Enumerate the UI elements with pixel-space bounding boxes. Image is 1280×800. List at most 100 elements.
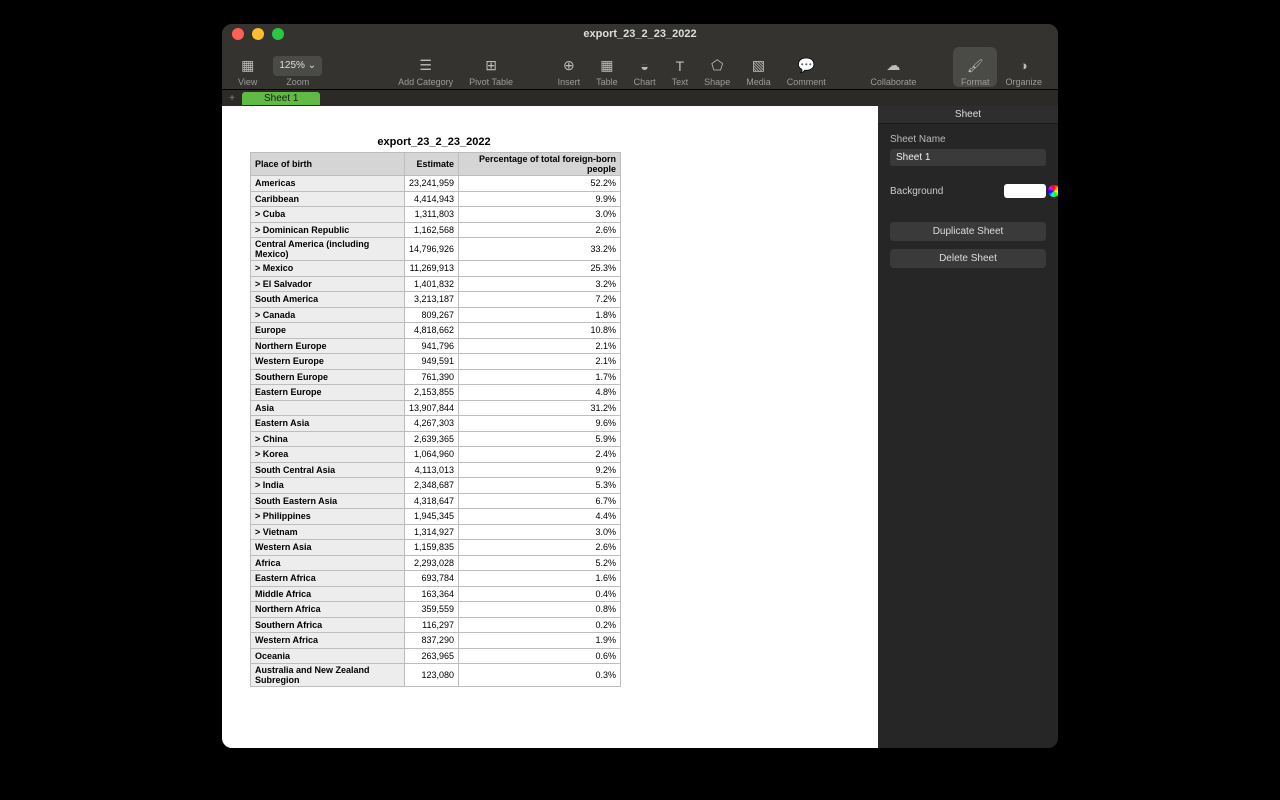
cell-percentage[interactable]: 3.0% bbox=[459, 207, 621, 223]
cell-percentage[interactable]: 2.6% bbox=[459, 222, 621, 238]
cell-place[interactable]: Southern Africa bbox=[251, 617, 405, 633]
collaborate-button[interactable]: ☁Collaborate bbox=[862, 47, 924, 87]
table-row[interactable]: Western Europe949,5912.1% bbox=[251, 354, 621, 370]
shape-button[interactable]: ⬠Shape bbox=[696, 47, 738, 87]
cell-place[interactable]: > Korea bbox=[251, 447, 405, 463]
cell-place[interactable]: Africa bbox=[251, 555, 405, 571]
cell-percentage[interactable]: 6.7% bbox=[459, 493, 621, 509]
cell-estimate[interactable]: 4,818,662 bbox=[405, 323, 459, 339]
table-row[interactable]: > Mexico11,269,91325.3% bbox=[251, 261, 621, 277]
table-row[interactable]: Southern Europe761,3901.7% bbox=[251, 369, 621, 385]
table-row[interactable]: Eastern Africa693,7841.6% bbox=[251, 571, 621, 587]
cell-estimate[interactable]: 1,064,960 bbox=[405, 447, 459, 463]
cell-place[interactable]: Western Europe bbox=[251, 354, 405, 370]
table-row[interactable]: > India2,348,6875.3% bbox=[251, 478, 621, 494]
table-row[interactable]: Eastern Europe2,153,8554.8% bbox=[251, 385, 621, 401]
cell-estimate[interactable]: 2,293,028 bbox=[405, 555, 459, 571]
table-row[interactable]: > Vietnam1,314,9273.0% bbox=[251, 524, 621, 540]
cell-estimate[interactable]: 263,965 bbox=[405, 648, 459, 664]
cell-estimate[interactable]: 4,113,013 bbox=[405, 462, 459, 478]
format-button[interactable]: 🖌Format bbox=[953, 47, 998, 87]
table-row[interactable]: Asia13,907,84431.2% bbox=[251, 400, 621, 416]
cell-estimate[interactable]: 1,311,803 bbox=[405, 207, 459, 223]
cell-place[interactable]: > Philippines bbox=[251, 509, 405, 525]
data-table[interactable]: Place of birth Estimate Percentage of to… bbox=[250, 152, 621, 687]
cell-place[interactable]: Western Asia bbox=[251, 540, 405, 556]
delete-sheet-button[interactable]: Delete Sheet bbox=[890, 249, 1046, 268]
cell-estimate[interactable]: 2,639,365 bbox=[405, 431, 459, 447]
cell-percentage[interactable]: 1.6% bbox=[459, 571, 621, 587]
cell-place[interactable]: > Mexico bbox=[251, 261, 405, 277]
cell-place[interactable]: > China bbox=[251, 431, 405, 447]
cell-estimate[interactable]: 1,314,927 bbox=[405, 524, 459, 540]
table-row[interactable]: Northern Africa359,5590.8% bbox=[251, 602, 621, 618]
table-row[interactable]: Western Africa837,2901.9% bbox=[251, 633, 621, 649]
cell-percentage[interactable]: 31.2% bbox=[459, 400, 621, 416]
cell-percentage[interactable]: 9.6% bbox=[459, 416, 621, 432]
cell-estimate[interactable]: 809,267 bbox=[405, 307, 459, 323]
cell-estimate[interactable]: 837,290 bbox=[405, 633, 459, 649]
cell-percentage[interactable]: 33.2% bbox=[459, 238, 621, 261]
view-button[interactable]: ▦ View bbox=[230, 47, 265, 87]
add-category-button[interactable]: ☰ Add Category bbox=[390, 47, 461, 87]
table-row[interactable]: > Dominican Republic1,162,5682.6% bbox=[251, 222, 621, 238]
cell-percentage[interactable]: 4.4% bbox=[459, 509, 621, 525]
table-row[interactable]: Northern Europe941,7962.1% bbox=[251, 338, 621, 354]
cell-estimate[interactable]: 14,796,926 bbox=[405, 238, 459, 261]
table-row[interactable]: Eastern Asia4,267,3039.6% bbox=[251, 416, 621, 432]
table-row[interactable]: > Cuba1,311,8033.0% bbox=[251, 207, 621, 223]
cell-place[interactable]: Central America (including Mexico) bbox=[251, 238, 405, 261]
cell-percentage[interactable]: 3.0% bbox=[459, 524, 621, 540]
table-row[interactable]: South Eastern Asia4,318,6476.7% bbox=[251, 493, 621, 509]
cell-estimate[interactable]: 23,241,959 bbox=[405, 176, 459, 192]
maximize-icon[interactable] bbox=[272, 28, 284, 40]
cell-estimate[interactable]: 693,784 bbox=[405, 571, 459, 587]
cell-percentage[interactable]: 0.6% bbox=[459, 648, 621, 664]
cell-percentage[interactable]: 3.2% bbox=[459, 276, 621, 292]
table-row[interactable]: > China2,639,3655.9% bbox=[251, 431, 621, 447]
cell-percentage[interactable]: 9.9% bbox=[459, 191, 621, 207]
pivot-button[interactable]: ⊞ Pivot Table bbox=[461, 47, 521, 87]
table-row[interactable]: Western Asia1,159,8352.6% bbox=[251, 540, 621, 556]
cell-estimate[interactable]: 116,297 bbox=[405, 617, 459, 633]
header-row[interactable]: Place of birth Estimate Percentage of to… bbox=[251, 153, 621, 176]
zoom-button[interactable]: 125% ⌄ Zoom bbox=[265, 47, 330, 87]
table-row[interactable]: Southern Africa116,2970.2% bbox=[251, 617, 621, 633]
cell-estimate[interactable]: 1,162,568 bbox=[405, 222, 459, 238]
text-button[interactable]: TText bbox=[664, 47, 697, 87]
cell-percentage[interactable]: 2.4% bbox=[459, 447, 621, 463]
cell-place[interactable]: Europe bbox=[251, 323, 405, 339]
cell-place[interactable]: Eastern Africa bbox=[251, 571, 405, 587]
header-estimate[interactable]: Estimate bbox=[405, 153, 459, 176]
cell-percentage[interactable]: 5.9% bbox=[459, 431, 621, 447]
table-row[interactable]: Caribbean4,414,9439.9% bbox=[251, 191, 621, 207]
organize-button[interactable]: ◑Organize bbox=[997, 47, 1050, 87]
sheet-name-input[interactable] bbox=[890, 149, 1046, 166]
table-row[interactable]: Central America (including Mexico)14,796… bbox=[251, 238, 621, 261]
cell-place[interactable]: South Eastern Asia bbox=[251, 493, 405, 509]
cell-percentage[interactable]: 1.9% bbox=[459, 633, 621, 649]
table-row[interactable]: > Korea1,064,9602.4% bbox=[251, 447, 621, 463]
add-sheet-button[interactable]: + bbox=[222, 93, 242, 104]
cell-estimate[interactable]: 2,348,687 bbox=[405, 478, 459, 494]
canvas[interactable]: export_23_2_23_2022 Place of birth Estim… bbox=[222, 106, 878, 748]
cell-estimate[interactable]: 13,907,844 bbox=[405, 400, 459, 416]
cell-place[interactable]: Caribbean bbox=[251, 191, 405, 207]
table-row[interactable]: Australia and New Zealand Subregion123,0… bbox=[251, 664, 621, 687]
cell-percentage[interactable]: 9.2% bbox=[459, 462, 621, 478]
insert-button[interactable]: ⊕Insert bbox=[550, 47, 589, 87]
duplicate-sheet-button[interactable]: Duplicate Sheet bbox=[890, 222, 1046, 241]
cell-place[interactable]: Eastern Europe bbox=[251, 385, 405, 401]
cell-percentage[interactable]: 5.2% bbox=[459, 555, 621, 571]
cell-place[interactable]: Americas bbox=[251, 176, 405, 192]
table-row[interactable]: South America3,213,1877.2% bbox=[251, 292, 621, 308]
comment-button[interactable]: 💬Comment bbox=[779, 47, 834, 87]
tab-sheet1[interactable]: Sheet 1 bbox=[242, 92, 320, 105]
cell-estimate[interactable]: 1,401,832 bbox=[405, 276, 459, 292]
table-button[interactable]: ▦Table bbox=[588, 47, 626, 87]
cell-estimate[interactable]: 359,559 bbox=[405, 602, 459, 618]
cell-estimate[interactable]: 123,080 bbox=[405, 664, 459, 687]
cell-percentage[interactable]: 5.3% bbox=[459, 478, 621, 494]
cell-place[interactable]: Oceania bbox=[251, 648, 405, 664]
header-percentage[interactable]: Percentage of total foreign-born people bbox=[459, 153, 621, 176]
